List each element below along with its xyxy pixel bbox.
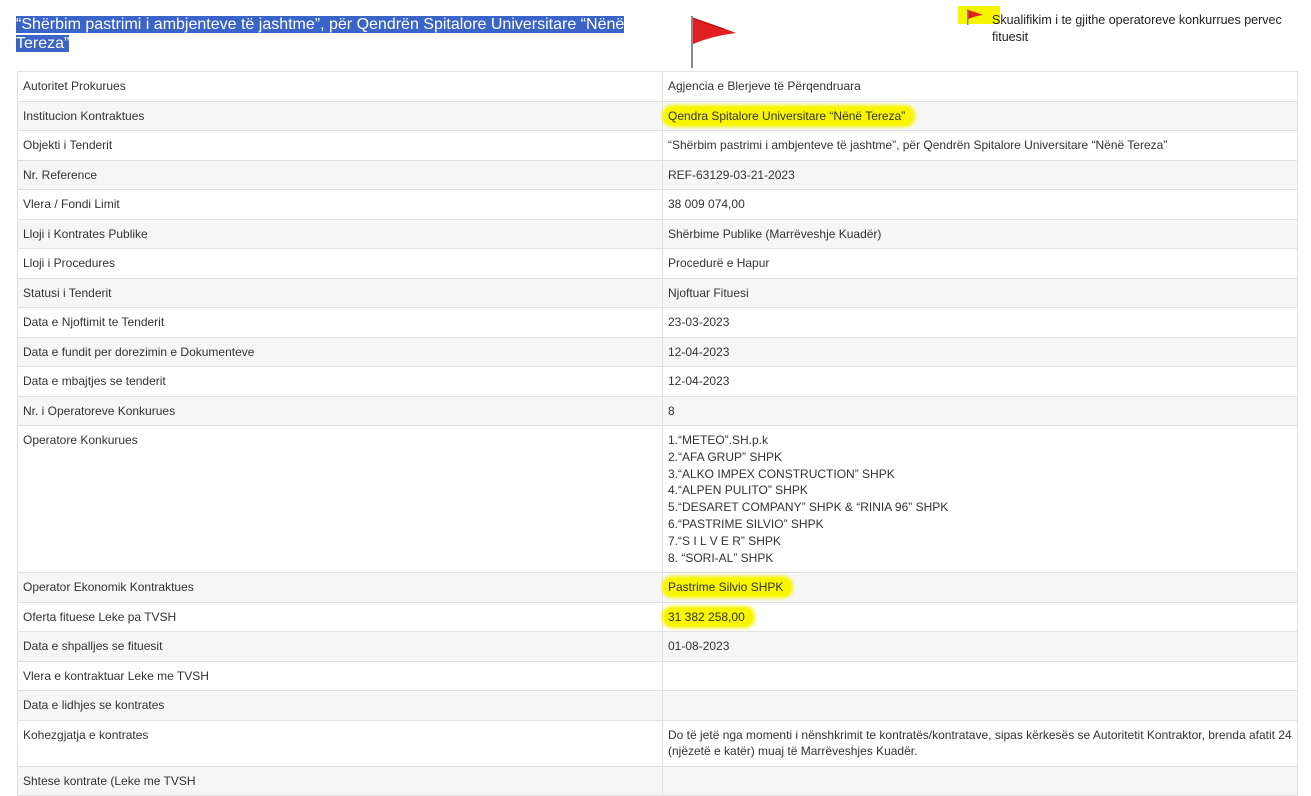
row-value: 23-03-2023: [662, 307, 1298, 338]
list-item: 2.“AFA GRUP” SHPK: [668, 449, 783, 464]
list-item: 6.“PASTRIME SILVIO” SHPK: [668, 516, 824, 531]
row-value: Do të jetë nga momenti i nënshkrimit te …: [662, 719, 1298, 767]
table-row: Lloji i Kontrates Publike Shërbime Publi…: [17, 218, 1298, 249]
table-row: Statusi i Tenderit Njoftuar Fituesi: [17, 277, 1298, 308]
highlighted-value: Qendra Spitalore Universitare “Nënë Tere…: [664, 106, 914, 125]
red-flag-icon: [967, 9, 983, 25]
list-item: 4.“ALPEN PULITO” SHPK: [668, 483, 808, 498]
row-label: Vlera e kontraktuar Leke me TVSH: [17, 660, 663, 692]
row-label: Operator Ekonomik Kontraktues: [17, 572, 663, 603]
row-label: Kohezgjatja e kontrates: [17, 719, 663, 767]
table-row: Shtese kontrate (Leke me TVSH: [17, 765, 1298, 796]
row-value: 38 009 074,00: [662, 189, 1298, 220]
page-title: “Shërbim pastrimi i ambjenteve të jashtm…: [16, 15, 640, 53]
row-label: Lloji i Procedures: [17, 248, 663, 279]
row-label: Oferta fituese Leke pa TVSH: [17, 601, 663, 633]
row-value: 01-08-2023: [662, 631, 1298, 662]
table-row: Nr. i Operatoreve Konkurues 8: [17, 395, 1298, 426]
row-value: “Shërbim pastrimi i ambjenteve të jashtm…: [662, 130, 1298, 161]
list-item: 5.“DESARET COMPANY” SHPK & “RINIA 96” SH…: [668, 500, 949, 515]
table-row: Operator Ekonomik Kontraktues Pastrime S…: [17, 572, 1298, 603]
table-row: Data e lidhjes se kontrates: [17, 690, 1298, 721]
row-value: Shërbime Publike (Marrëveshje Kuadër): [662, 218, 1298, 249]
table-row: Oferta fituese Leke pa TVSH 31 382 258,0…: [17, 601, 1298, 633]
table-row: Lloji i Procedures Procedurë e Hapur: [17, 248, 1298, 279]
table-row: Data e mbajtjes se tenderit 12-04-2023: [17, 366, 1298, 397]
row-value: 12-04-2023: [662, 336, 1298, 367]
table-row: Data e fundit per dorezimin e Dokumentev…: [17, 336, 1298, 367]
row-value: REF-63129-03-21-2023: [662, 159, 1298, 190]
disqualification-note: Skualifikim i te gjithe operatoreve konk…: [992, 13, 1282, 44]
list-item: 8. “SORI-AL” SHPK: [668, 550, 774, 565]
row-label: Nr. Reference: [17, 159, 663, 190]
table-row: Institucion Kontraktues Qendra Spitalore…: [17, 100, 1298, 131]
row-value: [662, 660, 1298, 692]
table-row: Vlera / Fondi Limit 38 009 074,00: [17, 189, 1298, 220]
row-value: 8: [662, 395, 1298, 426]
highlighted-value: Pastrime Silvio SHPK: [664, 578, 792, 597]
row-label: Institucion Kontraktues: [17, 100, 663, 131]
list-item: 7.“S I L V E R” SHPK: [668, 533, 781, 548]
row-value: [662, 765, 1298, 796]
row-label: Data e shpalljes se fituesit: [17, 631, 663, 662]
row-label: Autoritet Prokurues: [17, 71, 663, 102]
row-label: Data e mbajtjes se tenderit: [17, 366, 663, 397]
table-row: Vlera e kontraktuar Leke me TVSH: [17, 660, 1298, 692]
row-label: Data e lidhjes se kontrates: [17, 690, 663, 721]
table-row: Nr. Reference REF-63129-03-21-2023: [17, 159, 1298, 190]
list-item: 3.“ALKO IMPEX CONSTRUCTION” SHPK: [668, 466, 895, 481]
row-label: Data e Njoftimit te Tenderit: [17, 307, 663, 338]
row-value: 1.“METEO”.SH.p.k 2.“AFA GRUP” SHPK 3.“AL…: [662, 424, 1298, 574]
row-label: Statusi i Tenderit: [17, 277, 663, 308]
row-label: Shtese kontrate (Leke me TVSH: [17, 765, 663, 796]
row-value: 31 382 258,00: [662, 601, 1298, 633]
table-row: Kohezgjatja e kontrates Do të jetë nga m…: [17, 719, 1298, 767]
highlighted-value: 31 382 258,00: [664, 607, 753, 626]
row-value: 12-04-2023: [662, 366, 1298, 397]
row-value: Agjencia e Blerjeve të Përqendruara: [662, 71, 1298, 102]
row-label: Objekti i Tenderit: [17, 130, 663, 161]
table-row: Autoritet Prokurues Agjencia e Blerjeve …: [17, 71, 1298, 102]
selected-title-text: “Shërbim pastrimi i ambjenteve të jashtm…: [16, 16, 625, 52]
row-value: [662, 690, 1298, 721]
table-row: Objekti i Tenderit “Shërbim pastrimi i a…: [17, 130, 1298, 161]
row-value: Procedurë e Hapur: [662, 248, 1298, 279]
row-value: Pastrime Silvio SHPK: [662, 572, 1298, 603]
row-value: Njoftuar Fituesi: [662, 277, 1298, 308]
table-row: Data e Njoftimit te Tenderit 23-03-2023: [17, 307, 1298, 338]
list-item: 1.“METEO”.SH.p.k: [668, 433, 769, 447]
row-label: Vlera / Fondi Limit: [17, 189, 663, 220]
table-row: Data e shpalljes se fituesit 01-08-2023: [17, 631, 1298, 662]
table-row: Operatore Konkurues 1.“METEO”.SH.p.k 2.“…: [17, 424, 1298, 574]
row-label: Data e fundit per dorezimin e Dokumentev…: [17, 336, 663, 367]
row-value: Qendra Spitalore Universitare “Nënë Tere…: [662, 100, 1298, 131]
row-label: Lloji i Kontrates Publike: [17, 218, 663, 249]
red-flag-icon: [691, 16, 736, 68]
tender-details-table: Autoritet Prokurues Agjencia e Blerjeve …: [17, 71, 1298, 796]
row-label: Operatore Konkurues: [17, 424, 663, 574]
row-label: Nr. i Operatoreve Konkurues: [17, 395, 663, 426]
operator-list: 1.“METEO”.SH.p.k 2.“AFA GRUP” SHPK 3.“AL…: [668, 432, 1292, 566]
